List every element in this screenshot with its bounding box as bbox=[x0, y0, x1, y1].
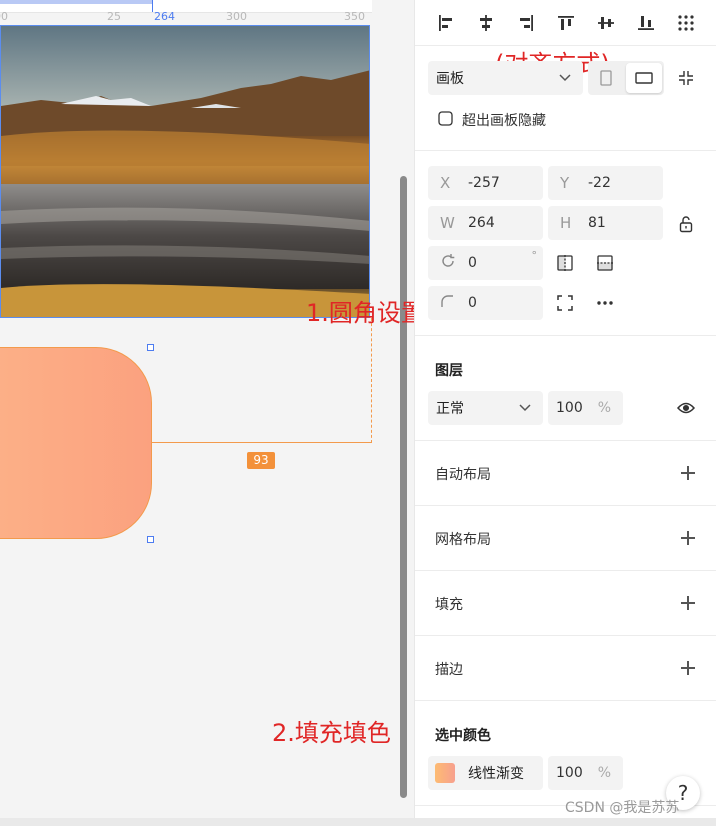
layer-section: 图层 正常 100 % bbox=[415, 336, 716, 441]
w-label: W bbox=[440, 214, 455, 232]
orientation-toggle bbox=[588, 61, 664, 95]
corner-radius-input[interactable]: 0 bbox=[428, 286, 543, 320]
corner-radius-icon bbox=[428, 294, 468, 312]
x-label: X bbox=[440, 174, 451, 192]
frame-preset-value: 画板 bbox=[436, 71, 464, 87]
grid-layout-section: 网格布局 bbox=[415, 506, 716, 571]
resize-handle-top-right[interactable] bbox=[147, 344, 154, 351]
ruler-tick: 350 bbox=[344, 10, 365, 23]
corner-radius-value: 0 bbox=[468, 295, 477, 311]
guide-horizontal bbox=[152, 442, 372, 443]
y-label: Y bbox=[560, 174, 570, 192]
portrait-icon[interactable] bbox=[594, 67, 618, 89]
design-canvas[interactable]: 00 25 264 300 350 bbox=[0, 0, 414, 826]
independent-corners-icon[interactable] bbox=[554, 292, 576, 314]
h-label: H bbox=[560, 214, 572, 232]
annotation-fill: 2.填充填色 bbox=[272, 719, 391, 747]
rotate-icon bbox=[428, 253, 468, 273]
align-top-icon[interactable] bbox=[555, 12, 577, 34]
x-value: -257 bbox=[468, 175, 500, 191]
horizontal-ruler: 00 25 264 300 350 bbox=[0, 0, 372, 23]
y-input[interactable]: Y -22 bbox=[548, 166, 663, 200]
properties-panel: (对齐方式) 画板 超出画板隐藏 X-257 Y-22 bbox=[414, 0, 716, 826]
ruler-tick-active: 264 bbox=[154, 10, 175, 23]
gradient-swatch[interactable] bbox=[435, 763, 455, 783]
more-grid-icon[interactable] bbox=[675, 12, 697, 34]
color-opacity-value: 100 bbox=[556, 765, 583, 781]
blend-mode-value: 正常 bbox=[436, 401, 464, 417]
add-stroke-icon[interactable] bbox=[681, 661, 695, 675]
add-fill-icon[interactable] bbox=[681, 596, 695, 610]
stroke-title: 描边 bbox=[435, 662, 463, 678]
alignment-toolbar bbox=[415, 0, 716, 46]
frame-preset-select[interactable]: 画板 bbox=[428, 61, 583, 95]
align-left-icon[interactable] bbox=[435, 12, 457, 34]
chevron-down-icon bbox=[559, 74, 571, 82]
landscape-illustration bbox=[1, 26, 369, 317]
fill-title: 填充 bbox=[435, 597, 463, 613]
layer-opacity-input[interactable]: 100 % bbox=[548, 391, 623, 425]
ruler-tick: 00 bbox=[0, 10, 8, 23]
vertical-scrollbar[interactable] bbox=[400, 176, 407, 798]
auto-layout-section: 自动布局 bbox=[415, 441, 716, 506]
clip-content-label: 超出画板隐藏 bbox=[462, 113, 546, 129]
stroke-section: 描边 bbox=[415, 636, 716, 701]
width-input[interactable]: W 264 bbox=[428, 206, 543, 240]
landscape-image[interactable] bbox=[0, 25, 370, 318]
resize-handle-bottom-right[interactable] bbox=[147, 536, 154, 543]
geometry-section: X -257 Y -22 W 264 H 81 0 ° 0 bbox=[415, 151, 716, 336]
ruler-tick: 25 bbox=[107, 10, 121, 23]
align-right-icon[interactable] bbox=[515, 12, 537, 34]
h-value: 81 bbox=[588, 215, 606, 231]
flip-horizontal-icon[interactable] bbox=[554, 252, 576, 274]
align-v-center-icon[interactable] bbox=[595, 12, 617, 34]
watermark-text: CSDN @我是苏苏 bbox=[565, 800, 680, 816]
blend-mode-select[interactable]: 正常 bbox=[428, 391, 543, 425]
color-opacity-input[interactable]: 100 % bbox=[548, 756, 623, 790]
ruler-tick: 300 bbox=[226, 10, 247, 23]
add-grid-layout-icon[interactable] bbox=[681, 531, 695, 545]
selected-rounded-rectangle[interactable] bbox=[0, 347, 152, 539]
chevron-down-icon bbox=[519, 404, 531, 412]
add-auto-layout-icon[interactable] bbox=[681, 466, 695, 480]
rotation-value: 0 bbox=[468, 255, 477, 271]
bottom-scrollbar-track bbox=[0, 818, 716, 826]
percent-unit: % bbox=[597, 765, 611, 781]
align-bottom-icon[interactable] bbox=[635, 12, 657, 34]
lock-ratio-icon[interactable] bbox=[675, 213, 697, 235]
rotation-input[interactable]: 0 ° bbox=[428, 246, 543, 280]
degree-unit: ° bbox=[531, 249, 538, 262]
eye-icon[interactable] bbox=[675, 397, 697, 419]
selected-colors-title: 选中颜色 bbox=[435, 728, 491, 744]
clip-content-checkbox[interactable] bbox=[437, 110, 453, 126]
ruler-marker bbox=[152, 0, 153, 12]
more-options-icon[interactable] bbox=[594, 292, 616, 314]
gradient-fill-chip[interactable]: 线性渐变 bbox=[428, 756, 543, 790]
landscape-icon[interactable] bbox=[626, 63, 662, 93]
flip-vertical-icon[interactable] bbox=[594, 252, 616, 274]
align-h-center-icon[interactable] bbox=[475, 12, 497, 34]
frame-section: 画板 超出画板隐藏 bbox=[415, 46, 716, 151]
fill-type-label: 线性渐变 bbox=[468, 766, 524, 782]
fit-content-icon[interactable] bbox=[674, 66, 698, 90]
layer-opacity-value: 100 bbox=[556, 400, 583, 416]
grid-layout-title: 网格布局 bbox=[435, 532, 491, 548]
layer-title: 图层 bbox=[435, 363, 463, 379]
fill-section: 填充 bbox=[415, 571, 716, 636]
height-input[interactable]: H 81 bbox=[548, 206, 663, 240]
percent-unit: % bbox=[597, 400, 611, 416]
annotation-radius: 1.圆角设置 bbox=[306, 299, 414, 327]
w-value: 264 bbox=[468, 215, 495, 231]
distance-label: 93 bbox=[247, 452, 275, 469]
y-value: -22 bbox=[588, 175, 611, 191]
ruler-selection-highlight bbox=[0, 0, 152, 4]
auto-layout-title: 自动布局 bbox=[435, 467, 491, 483]
guide-vertical bbox=[371, 318, 372, 443]
x-input[interactable]: X -257 bbox=[428, 166, 543, 200]
